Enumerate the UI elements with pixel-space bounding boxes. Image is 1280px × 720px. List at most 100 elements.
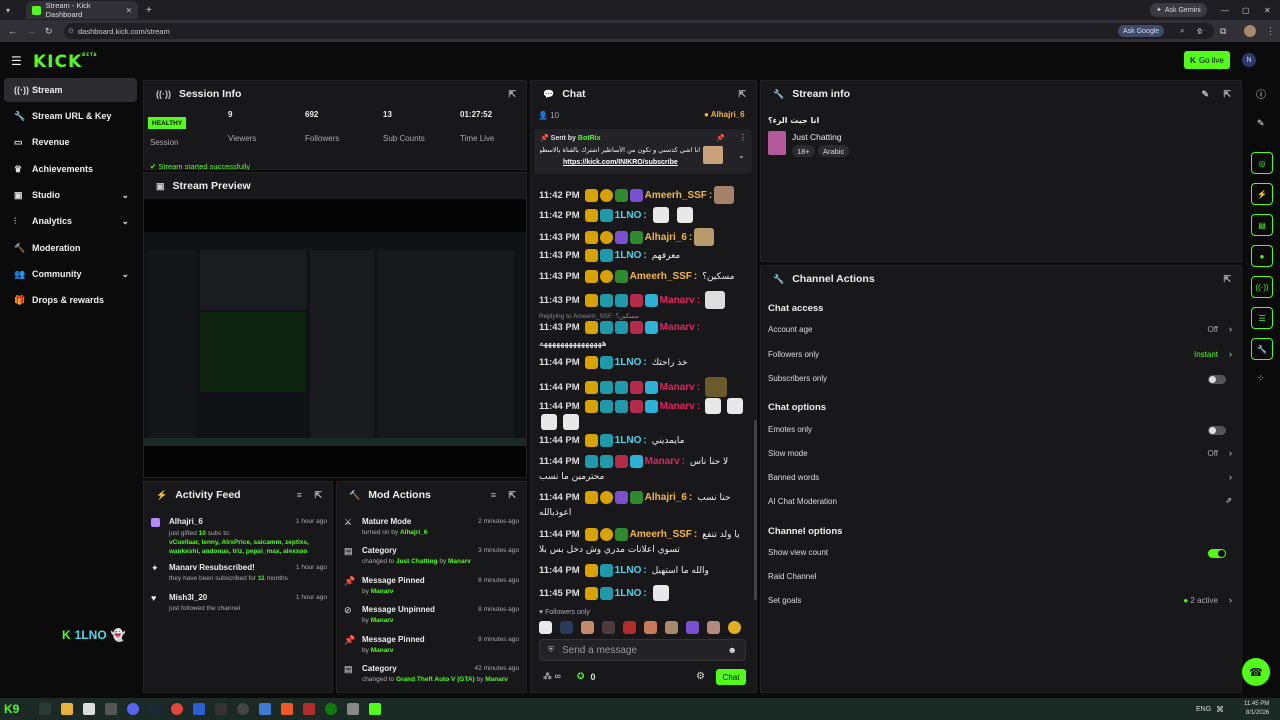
support-chat-button[interactable]: ☎ [1242,658,1270,686]
popout-icon[interactable]: ⇱ [314,490,322,501]
send-chat-button[interactable]: Chat [716,669,746,685]
rail-button-lightning[interactable]: ⚡ [1251,183,1273,205]
sidebar-item-moderation[interactable]: 🔨 Moderation [4,236,137,260]
followers-only-row[interactable]: Followers only Instant › [768,349,1234,362]
emote-icon[interactable] [602,621,615,634]
emote-icon[interactable] [686,621,699,634]
brave-icon[interactable] [281,703,294,715]
chat-username[interactable]: Manarv [660,295,695,306]
browser-menu-icon[interactable]: ⋮ [1266,26,1275,37]
ai-moderation-row[interactable]: AI Chat Moderation ⇗ [768,496,1234,509]
back-icon[interactable]: ← [8,26,17,36]
app-icon[interactable] [347,703,360,715]
search-icon[interactable] [39,703,52,715]
app-icon[interactable] [105,703,118,715]
pinned-link[interactable]: https://kick.com/INIKRO/subscribe [563,159,678,166]
sidebar-item-revenue[interactable]: ▭ Revenue [4,130,137,154]
chat-settings-icon[interactable]: ⚙ [696,671,705,682]
rail-button-mod[interactable]: ☰ [1251,307,1273,329]
rail-button-chat[interactable]: ● [1251,245,1273,267]
app-icon[interactable] [259,703,272,715]
hamburger-menu-icon[interactable]: ☰ [11,54,22,68]
ask-google-button[interactable]: Ask Google [1118,25,1165,37]
chat-username[interactable]: Manarv [660,401,695,412]
emote-icon[interactable] [644,621,657,634]
ask-gemini-button[interactable]: ✦ Ask Gemini [1150,3,1207,17]
emote-icon[interactable] [665,621,678,634]
store-icon[interactable] [83,703,96,715]
rail-button-tools[interactable]: 🔧 [1251,338,1273,360]
kick-logo[interactable]: KICKBETA [33,52,97,72]
close-tab-icon[interactable]: ✕ [126,6,132,15]
stream-preview-video[interactable] [144,232,526,446]
filter-icon[interactable]: ≡ [491,490,496,500]
zoom-icon[interactable]: ⌕ [1180,26,1184,36]
rail-button-broadcast[interactable]: ((·)) [1251,276,1273,298]
minimize-icon[interactable]: — [1221,6,1229,15]
popout-icon[interactable]: ⇱ [508,490,516,501]
browser-tab[interactable]: Stream - Kick Dashboard ✕ [26,1,138,19]
chat-username[interactable]: Ameerh_SSF [630,271,692,282]
chat-username[interactable]: 1LNO [615,210,642,221]
sidebar-item-community[interactable]: 👥 Community ⌄ [4,262,137,286]
chat-username[interactable]: 1LNO [615,588,642,599]
bookmark-star-icon[interactable]: ☆ [1196,26,1204,37]
emote-icon[interactable] [623,621,636,634]
emote-icon[interactable] [539,621,552,634]
extensions-icon[interactable]: ⧉ [1220,26,1226,37]
subscribers-only-toggle[interactable] [1208,375,1226,384]
chat-username[interactable]: 1LNO [615,435,642,446]
sidebar-item-stream-url[interactable]: 🔧 Stream URL & Key [4,104,137,128]
start-logo-icon[interactable]: K9 [4,702,19,716]
account-age-row[interactable]: Account age Off › [768,324,1234,337]
taskbar-clock[interactable]: 11:45 PM 8/1/2026 [1244,700,1269,718]
emote-icon[interactable] [581,621,594,634]
kick-app-icon[interactable] [369,703,382,715]
emotes-only-toggle[interactable] [1208,426,1226,435]
chat-username[interactable]: Manarv [645,456,680,467]
steam-icon[interactable] [149,703,162,715]
filter-icon[interactable]: ≡ [297,490,302,500]
unpin-icon[interactable]: 📌 [716,134,725,142]
tab-list-icon[interactable]: ▾ [6,6,10,15]
rail-button-scene[interactable]: ◎ [1251,152,1273,174]
app-icon[interactable] [303,703,316,715]
chevron-down-icon[interactable]: ⌄ [738,151,745,160]
folder-icon[interactable] [61,703,74,715]
emote-icon[interactable] [728,621,741,634]
chat-input[interactable]: ⛨ Send a message ☻ [539,639,746,661]
maximize-icon[interactable]: ▢ [1242,6,1250,15]
profile-avatar[interactable] [1244,25,1256,37]
emote-icon[interactable] [560,621,573,634]
chat-username[interactable]: Alhajri_6 [645,492,687,503]
chat-username[interactable]: 1LNO [615,565,642,576]
pen-icon[interactable]: ✎ [1257,118,1265,129]
users-icon[interactable]: ⁂ ∞ [543,671,561,682]
apps-icon[interactable]: ⁘ [1257,373,1265,384]
chat-username[interactable]: Ameerh_SSF [630,529,692,540]
chat-username[interactable]: 1LNO [615,250,642,261]
new-tab-icon[interactable]: + [146,5,152,16]
user-avatar[interactable]: N [1242,53,1256,67]
close-window-icon[interactable]: ✕ [1264,6,1271,15]
popout-icon[interactable]: ⇱ [738,89,746,100]
slow-mode-row[interactable]: Slow mode Off › [768,448,1234,461]
taskbar-lang[interactable]: ENG [1196,706,1211,713]
sidebar-item-achievements[interactable]: ♛ Achievements [4,157,137,181]
category-name[interactable]: Just Chatting [792,132,842,142]
chat-username[interactable]: Manarv [660,382,695,393]
show-view-count-toggle[interactable] [1208,549,1226,558]
emoji-icon[interactable]: ☻ [728,645,737,655]
popout-icon[interactable]: ⇱ [1223,274,1231,285]
popout-icon[interactable]: ⇱ [508,89,516,100]
reload-icon[interactable]: ↻ [45,26,53,37]
edit-icon[interactable]: ✎ [1201,89,1209,100]
sidebar-item-stream[interactable]: ((·)) Stream [4,78,137,102]
chat-username[interactable]: 1LNO [615,357,642,368]
sidebar-item-drops[interactable]: 🎁 Drops & rewards [4,288,137,312]
epic-icon[interactable] [215,703,228,715]
chat-username[interactable]: Manarv [660,322,695,333]
more-options-icon[interactable]: ⋮ [739,133,747,142]
app-icon[interactable] [193,703,206,715]
raid-channel-row[interactable]: Raid Channel [768,572,1234,584]
